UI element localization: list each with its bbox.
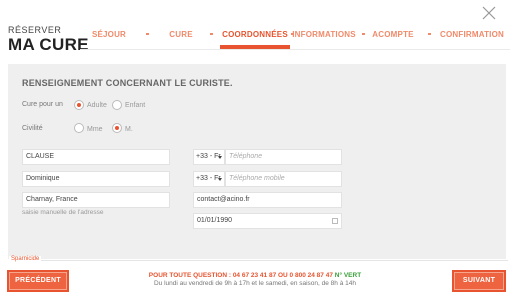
step-separator (146, 33, 149, 35)
step-separator (210, 33, 213, 35)
mobile-country-value: +33 - Fr (196, 175, 221, 182)
step-informations[interactable]: INFORMATIONS (292, 28, 356, 50)
page-title: MA CURE (8, 35, 89, 54)
first-name-input[interactable]: Dominique (22, 171, 170, 187)
chevron-down-icon (218, 178, 222, 181)
mobile-country-select[interactable]: +33 - Fr (193, 171, 225, 187)
contact-phone-text: POUR TOUTE QUESTION : 04 67 23 41 87 OU … (148, 272, 335, 279)
radio-adulte[interactable] (74, 100, 84, 110)
step-sejour[interactable]: SÉJOUR (86, 28, 132, 50)
sponsor-link[interactable]: Sparnicide (9, 256, 42, 262)
phone-country-select[interactable]: +33 - Fr (193, 149, 225, 165)
section-title: RENSEIGNEMENT CONCERNANT LE CURISTE. (22, 78, 233, 88)
active-step-bar (220, 45, 290, 49)
radio-enfant[interactable] (112, 100, 122, 110)
cure-pour-label: Cure pour un (22, 101, 63, 108)
step-cure[interactable]: CURE (164, 28, 198, 50)
birthdate-input[interactable]: 01/01/1990 (193, 213, 342, 229)
radio-monsieur-label: M. (125, 126, 133, 133)
contact-hours: Du lundi au vendredi de 9h à 17h et le s… (153, 280, 356, 287)
last-name-input[interactable]: CLAUSE (22, 149, 170, 165)
step-confirmation[interactable]: CONFIRMATION (434, 28, 510, 50)
progress-steps: SÉJOUR CURE COORDONNÉES INFORMATIONS ACO… (78, 28, 510, 50)
step-separator (362, 33, 365, 35)
brand-kicker: RÉSERVER (8, 25, 62, 35)
radio-mme-label: Mme (87, 126, 103, 133)
green-number-label: N° VERT (334, 272, 362, 279)
chevron-down-icon (218, 156, 222, 159)
contact-info: POUR TOUTE QUESTION : 04 67 23 41 87 OU … (70, 272, 440, 288)
radio-enfant-label: Enfant (125, 102, 146, 109)
mobile-placeholder: Téléphone mobile (229, 175, 285, 182)
step-label: COORDONNÉES (222, 30, 288, 39)
phone-input[interactable]: Téléphone (225, 149, 342, 165)
contact-phone-line: POUR TOUTE QUESTION : 04 67 23 41 87 OU … (70, 272, 440, 280)
step-label: CONFIRMATION (439, 30, 505, 39)
radio-adulte-label: Adulte (87, 102, 107, 109)
step-label: INFORMATIONS (292, 30, 356, 39)
email-input[interactable]: contact@acino.fr (193, 192, 342, 208)
step-acompte[interactable]: ACOMPTE (370, 28, 416, 50)
phone-placeholder: Téléphone (229, 153, 263, 160)
step-coordonnees[interactable]: COORDONNÉES (220, 28, 290, 50)
birthdate-value: 01/01/1990 (197, 217, 233, 224)
radio-monsieur[interactable] (112, 123, 122, 133)
manual-address-link[interactable]: saisie manuelle de l'adresse (22, 209, 103, 216)
step-label: ACOMPTE (372, 30, 414, 39)
radio-mme[interactable] (74, 123, 84, 133)
step-separator (428, 33, 431, 35)
calendar-icon[interactable] (332, 218, 338, 224)
step-label: SÉJOUR (91, 30, 127, 39)
previous-button[interactable]: PRÉCÉDENT (7, 270, 69, 292)
brand-title-block: RÉSERVER MA CURE (8, 25, 89, 54)
phone-country-value: +33 - Fr (196, 153, 221, 160)
civilite-label: Civilité (22, 125, 43, 132)
next-button[interactable]: SUIVANT (452, 270, 506, 292)
mobile-input[interactable]: Téléphone mobile (225, 171, 342, 187)
footer-divider (36, 260, 508, 261)
close-icon[interactable] (482, 6, 496, 20)
step-label: CURE (169, 30, 193, 39)
address-input[interactable]: Charnay, France (22, 192, 170, 208)
